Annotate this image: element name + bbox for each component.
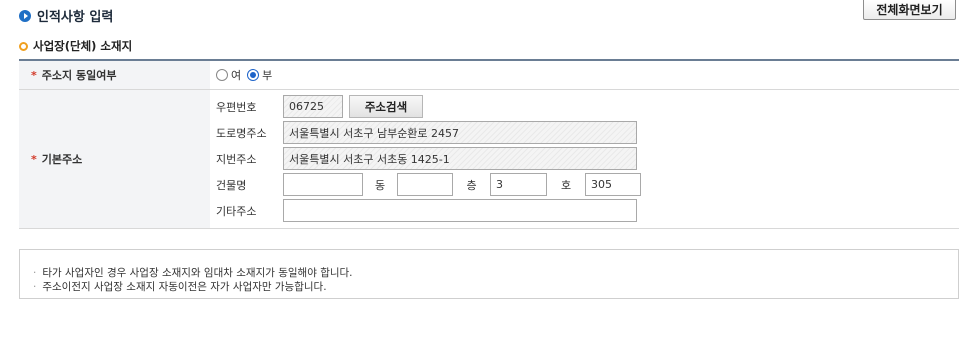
- orange-ring-icon: [19, 41, 28, 51]
- floor-input[interactable]: 3: [490, 173, 547, 196]
- road-address-label: 도로명주소: [216, 126, 267, 140]
- address-search-button[interactable]: 주소검색: [349, 95, 423, 118]
- same-address-row: * 주소지 동일여부 여 부: [19, 60, 959, 90]
- dong-label: 동: [374, 178, 386, 192]
- radio-no-label[interactable]: 부: [262, 67, 272, 83]
- address-block: 우편번호 06725 주소검색 도로명주소 서울특별시 서초구 남부순환로 24…: [210, 90, 959, 228]
- address-form-table: * 주소지 동일여부 여 부 * 기본주소 우편번호 06725 주소검색 도로…: [19, 59, 959, 229]
- same-address-label: 주소지 동일여부: [41, 68, 117, 82]
- required-mark: *: [31, 68, 37, 82]
- section-header: 인적사항 입력: [19, 6, 113, 25]
- etc-address-label: 기타주소: [216, 204, 257, 218]
- dong-input[interactable]: [397, 173, 453, 196]
- sub-title: 사업장(단체) 소재지: [33, 39, 133, 53]
- required-mark: *: [31, 152, 37, 166]
- lot-address-line: 지번주소 서울특별시 서초구 서초동 1425-1: [216, 146, 959, 172]
- notice-line: · 타가 사업자인 경우 사업장 소재지와 임대차 소재지가 동일해야 합니다.: [33, 266, 958, 280]
- notice-box: · 타가 사업자인 경우 사업장 소재지와 임대차 소재지가 동일해야 합니다.…: [19, 249, 959, 299]
- road-address-line: 도로명주소 서울특별시 서초구 남부순환로 2457: [216, 120, 959, 146]
- lot-address-label: 지번주소: [216, 152, 257, 166]
- notice-text: 주소이전지 사업장 소재지 자동이전은 자가 사업자만 가능합니다.: [42, 281, 327, 293]
- bullet: ·: [33, 267, 37, 279]
- notice-text: 타가 사업자인 경우 사업장 소재지와 임대차 소재지가 동일해야 합니다.: [42, 267, 353, 279]
- sub-header: 사업장(단체) 소재지: [19, 38, 132, 54]
- base-address-value-cell: 우편번호 06725 주소검색 도로명주소 서울특별시 서초구 남부순환로 24…: [210, 89, 959, 229]
- ho-input[interactable]: 305: [585, 173, 641, 196]
- base-address-label-cell: * 기본주소: [19, 89, 210, 229]
- bullet: ·: [33, 281, 37, 293]
- same-address-radio-group: 여 부: [210, 67, 959, 83]
- etc-address-line: 기타주소: [216, 198, 959, 224]
- building-input[interactable]: [283, 173, 363, 196]
- building-line: 건물명 동 층 3 호 305: [216, 172, 959, 198]
- section-title: 인적사항 입력: [37, 10, 114, 25]
- same-address-label-cell: * 주소지 동일여부: [19, 60, 210, 90]
- postal-code-label: 우편번호: [216, 100, 257, 114]
- base-address-row: * 기본주소 우편번호 06725 주소검색 도로명주소 서울특별시 서초구 남부…: [19, 89, 959, 229]
- road-address-input: 서울특별시 서초구 남부순환로 2457: [283, 121, 637, 144]
- postal-code-input: 06725: [283, 95, 343, 118]
- fullscreen-button[interactable]: 전체화면보기: [863, 0, 956, 20]
- lot-address-input: 서울특별시 서초구 서초동 1425-1: [283, 147, 637, 170]
- etc-address-input[interactable]: [283, 199, 637, 222]
- circle-arrow-icon: [19, 9, 31, 22]
- notice-line: · 주소이전지 사업장 소재지 자동이전은 자가 사업자만 가능합니다.: [33, 280, 958, 294]
- same-address-value-cell: 여 부: [210, 60, 959, 90]
- ho-label: 호: [560, 178, 572, 192]
- radio-yes[interactable]: [216, 68, 228, 81]
- base-address-label: 기본주소: [41, 152, 83, 166]
- floor-label: 층: [466, 178, 477, 192]
- radio-no[interactable]: [247, 68, 260, 81]
- postal-code-line: 우편번호 06725 주소검색: [216, 94, 959, 120]
- radio-yes-label[interactable]: 여: [231, 67, 241, 83]
- building-label: 건물명: [216, 178, 247, 192]
